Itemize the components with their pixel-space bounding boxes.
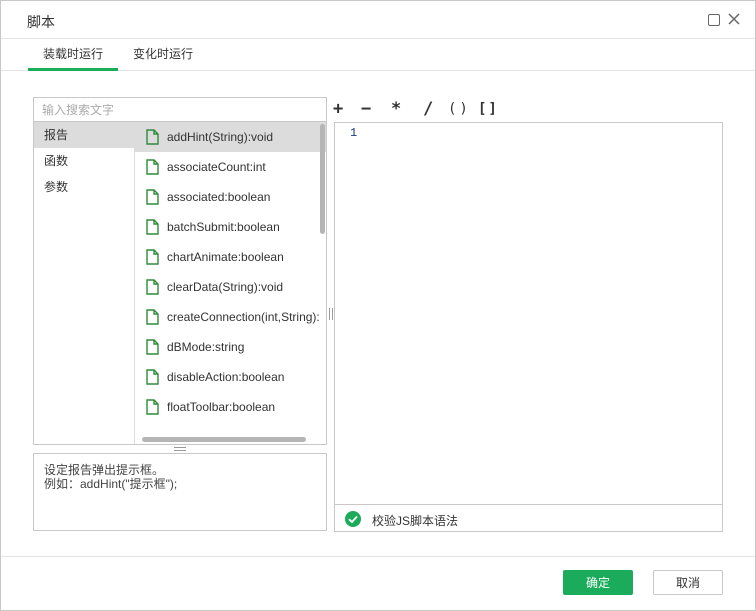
description-line-2: 例如：addHint("提示框");	[44, 477, 178, 491]
check-circle-icon[interactable]	[345, 511, 361, 527]
document-icon	[146, 249, 159, 265]
horizontal-splitter-handle[interactable]	[174, 447, 186, 451]
list-item[interactable]: createConnection(int,String):	[135, 302, 326, 332]
function-label: dBMode:string	[167, 340, 245, 354]
document-icon	[146, 129, 159, 145]
document-icon	[146, 339, 159, 355]
script-dialog: 脚本 装载时运行 变化时运行 报告 函数 参数 addHint(String):…	[0, 0, 756, 611]
brackets-button[interactable]: []	[478, 99, 499, 119]
dialog-titlebar: 脚本	[1, 1, 755, 39]
document-icon	[146, 159, 159, 175]
function-list-horizontal-scrollbar[interactable]	[142, 437, 306, 442]
function-label: disableAction:boolean	[167, 370, 285, 384]
validate-syntax-button[interactable]: 校验JS脚本语法	[372, 512, 458, 529]
list-item[interactable]: clearData(String):void	[135, 272, 326, 302]
multiply-operator-button[interactable]: *	[391, 99, 401, 119]
function-label: associated:boolean	[167, 190, 271, 204]
close-icon[interactable]	[726, 11, 742, 27]
script-editor: 1 校验JS脚本语法	[334, 122, 723, 532]
function-description: 设定报告弹出提示框。 例如：addHint("提示框");	[33, 453, 327, 531]
document-icon	[146, 369, 159, 385]
search-input[interactable]	[34, 98, 326, 122]
function-label: createConnection(int,String):	[167, 310, 320, 324]
description-line-1: 设定报告弹出提示框。	[44, 463, 165, 477]
category-item-parameter[interactable]: 参数	[34, 174, 134, 200]
list-item[interactable]: addHint(String):void	[135, 122, 326, 152]
function-browser: 报告 函数 参数 addHint(String):void associateC…	[33, 97, 327, 445]
tab-bar: 装载时运行 变化时运行	[1, 39, 755, 71]
category-list: 报告 函数 参数	[34, 122, 135, 444]
list-item[interactable]: chartAnimate:boolean	[135, 242, 326, 272]
document-icon	[146, 279, 159, 295]
list-item[interactable]: associated:boolean	[135, 182, 326, 212]
function-list-vertical-scrollbar[interactable]	[320, 124, 325, 234]
document-icon	[146, 309, 159, 325]
tab-on-load[interactable]: 装载时运行	[28, 45, 118, 71]
function-label: associateCount:int	[167, 160, 266, 174]
function-label: floatToolbar:boolean	[167, 400, 276, 414]
parentheses-button[interactable]: ()	[448, 99, 471, 119]
function-label: chartAnimate:boolean	[167, 250, 284, 264]
minus-operator-button[interactable]: −	[361, 99, 371, 119]
function-label: addHint(String):void	[167, 130, 274, 144]
line-number: 1	[350, 126, 358, 140]
divide-operator-button[interactable]: /	[423, 99, 433, 119]
list-item[interactable]: dBMode:string	[135, 332, 326, 362]
tab-on-change[interactable]: 变化时运行	[127, 45, 199, 71]
list-item[interactable]: floatToolbar:boolean	[135, 392, 326, 422]
list-item[interactable]: batchSubmit:boolean	[135, 212, 326, 242]
maximize-icon[interactable]	[708, 14, 720, 26]
category-item-report[interactable]: 报告	[34, 122, 134, 148]
dialog-footer: 确定 取消	[1, 556, 755, 610]
document-icon	[146, 189, 159, 205]
function-label: clearData(String):void	[167, 280, 284, 294]
cancel-button[interactable]: 取消	[653, 570, 723, 595]
document-icon	[146, 219, 159, 235]
category-item-function[interactable]: 函数	[34, 148, 134, 174]
code-area[interactable]: 1	[335, 123, 722, 504]
plus-operator-button[interactable]: +	[333, 99, 343, 119]
document-icon	[146, 399, 159, 415]
list-item[interactable]: associateCount:int	[135, 152, 326, 182]
function-list: addHint(String):void associateCount:int …	[135, 122, 326, 444]
ok-button[interactable]: 确定	[563, 570, 633, 595]
validate-bar: 校验JS脚本语法	[335, 504, 722, 531]
dialog-title: 脚本	[27, 14, 55, 30]
list-item[interactable]: disableAction:boolean	[135, 362, 326, 392]
function-label: batchSubmit:boolean	[167, 220, 280, 234]
vertical-splitter-handle[interactable]	[329, 308, 333, 320]
